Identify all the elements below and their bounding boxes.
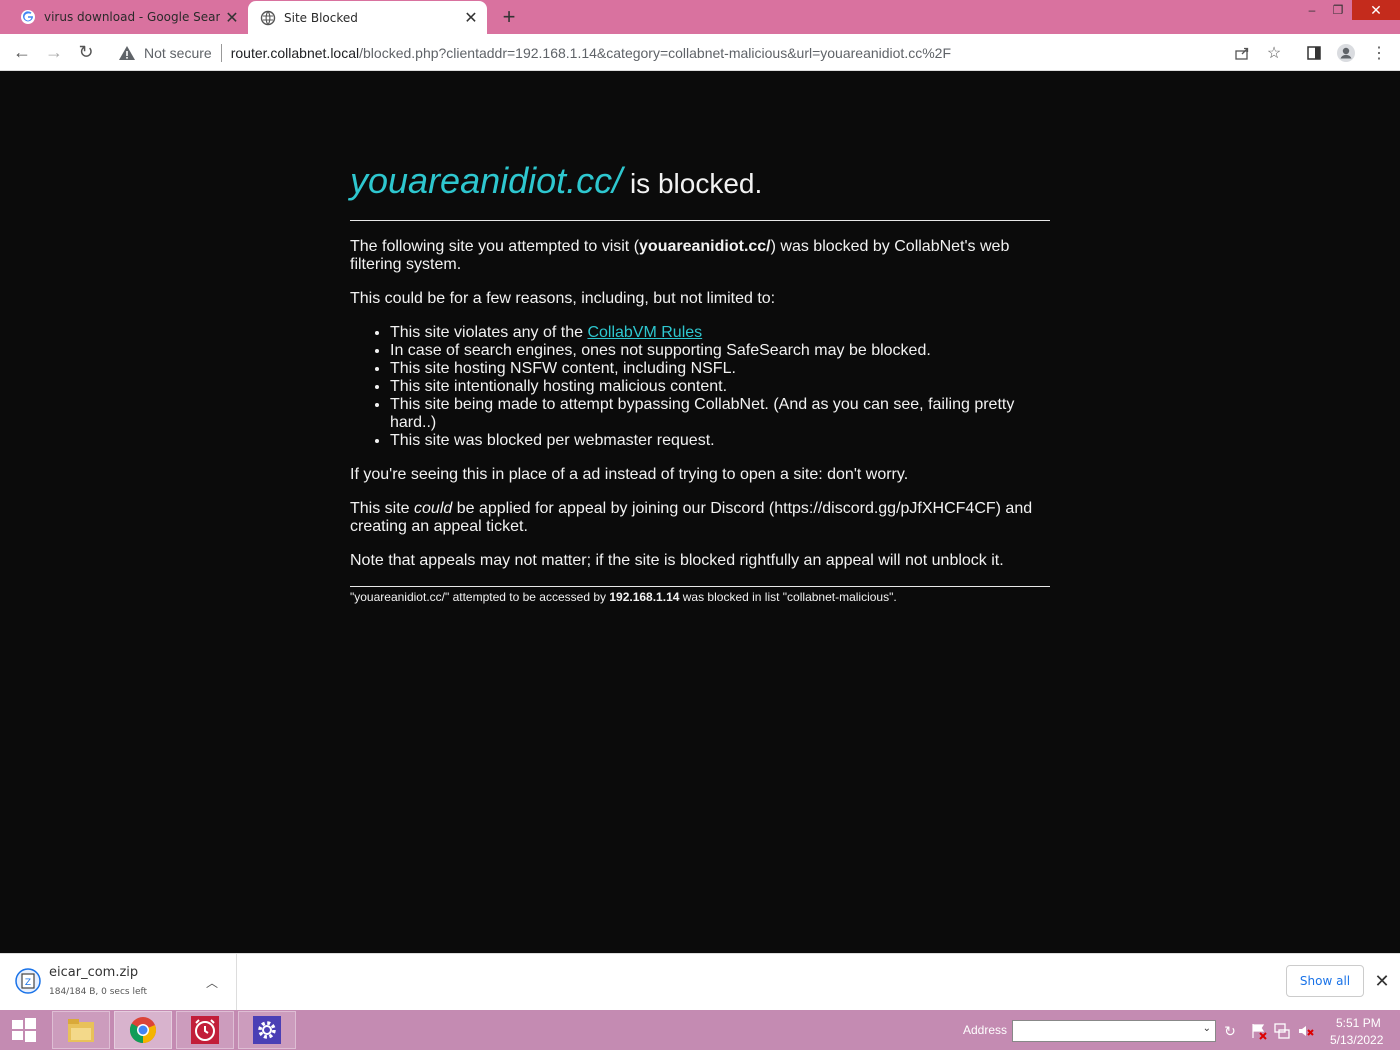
volume-muted-icon[interactable] [1297,1022,1315,1040]
blocked-heading-suffix: is blocked. [622,168,763,199]
show-all-button[interactable]: Show all [1286,965,1364,997]
download-file-name: eicar_com.zip [49,965,139,980]
refresh-icon[interactable]: ↻ [1220,1021,1240,1041]
bookmark-star-icon[interactable]: ☆ [1261,40,1287,66]
divider [350,586,1050,587]
alarm-clock-icon [191,1016,219,1044]
address-separator [220,43,222,62]
minimize-icon[interactable]: – [1300,0,1324,20]
back-arrow-icon[interactable]: ← [8,38,36,66]
browser-toolbar: ← → ↻ Not secure router.collabnet.local … [0,34,1400,71]
taskbar-address-input[interactable]: ⌄ [1012,1020,1216,1042]
download-shelf: Z eicar_com.zip 184/184 B, 0 secs left ︿… [0,953,1400,1010]
side-panel-icon[interactable] [1301,40,1327,66]
google-icon [20,9,36,25]
start-button[interactable] [0,1011,48,1049]
divider [350,220,1050,221]
folder-icon [68,1019,94,1042]
intro-site: youareanidiot.cc/ [639,238,771,255]
clock-time[interactable]: 5:51 PM [1336,1016,1381,1030]
network-icon[interactable] [1273,1022,1291,1040]
list-item: This site hosting NSFW content, includin… [390,360,1050,378]
list-item: This site being made to attempt bypassin… [390,396,1050,432]
tab-google-search[interactable]: virus download - Google Search ✕ [8,0,248,34]
kebab-menu-icon[interactable]: ⋮ [1366,40,1392,66]
warning-icon[interactable] [118,44,136,62]
profile-avatar-icon[interactable] [1333,40,1359,66]
list-item: This site intentionally hosting maliciou… [390,378,1050,396]
restore-icon[interactable]: ❐ [1326,0,1350,20]
tab-title: Site Blocked [284,10,358,25]
file-explorer-taskbar-button[interactable] [52,1011,110,1049]
close-download-bar-icon[interactable]: ✕ [1372,971,1392,991]
appeal-paragraph: This site could be applied for appeal by… [350,500,1033,535]
client-ip: 192.168.1.14 [609,590,680,604]
reasons-intro: This could be for a few reasons, includi… [350,290,776,307]
list-item: In case of search engines, ones not supp… [390,342,1050,360]
url-path: /blocked.php?clientaddr=192.168.1.14&cat… [359,44,952,61]
list-item: This site violates any of the CollabVM R… [390,324,1050,342]
reload-icon[interactable]: ↻ [72,38,100,66]
share-icon[interactable] [1229,40,1255,66]
gear-icon [253,1016,281,1044]
chrome-taskbar-button[interactable] [114,1011,172,1049]
reasons-list: This site violates any of the CollabVM R… [350,324,1050,450]
download-item[interactable]: Z eicar_com.zip 184/184 B, 0 secs left ︿ [0,954,237,1010]
windows-logo-icon [12,1018,36,1042]
page-title: youareanidiot.cc/ is blocked. [350,159,1050,206]
blocked-notice: youareanidiot.cc/ is blocked. The follow… [350,159,1050,604]
tab-site-blocked[interactable]: Site Blocked ✕ [248,1,487,34]
taskbar-address-label: Address [963,1023,1008,1037]
settings-taskbar-button[interactable] [238,1011,296,1049]
taskbar: Address ⌄ ↻ 5:51 PM 5/13/2022 [0,1010,1400,1050]
access-log-note: "youareanidiot.cc/" attempted to be acce… [350,590,897,604]
forward-arrow-icon[interactable]: → [40,38,68,66]
ad-note: If you're seeing this in place of a ad i… [350,466,909,483]
svg-text:Z: Z [25,978,31,988]
blocked-site-name: youareanidiot.cc/ [350,160,623,201]
appeal-emphasis: could [414,500,453,517]
address-bar[interactable]: Not secure router.collabnet.local /block… [108,37,1294,68]
download-status: 184/184 B, 0 secs left [49,987,148,997]
new-tab-button[interactable]: + [496,4,522,29]
tab-strip: virus download - Google Search ✕ Site Bl… [0,0,1400,34]
action-center-flag-icon[interactable] [1250,1022,1268,1040]
close-tab-icon[interactable]: ✕ [220,5,244,29]
security-label[interactable]: Not secure [144,45,212,61]
chrome-icon [129,1017,156,1044]
list-item: This site was blocked per webmaster requ… [390,432,1050,450]
clock-date[interactable]: 5/13/2022 [1330,1033,1383,1047]
close-tab-icon[interactable]: ✕ [459,6,483,30]
alarm-clock-taskbar-button[interactable] [176,1011,234,1049]
page-viewport: youareanidiot.cc/ is blocked. The follow… [0,71,1400,953]
chevron-up-icon[interactable]: ︿ [202,972,222,992]
collabvm-rules-link[interactable]: CollabVM Rules [587,324,702,341]
globe-icon [260,10,276,26]
chevron-down-icon[interactable]: ⌄ [1203,1023,1211,1034]
appeal-note: Note that appeals may not matter; if the… [350,552,1004,569]
url-host: router.collabnet.local [230,44,360,61]
zip-file-icon: Z [15,968,41,994]
intro-paragraph: The following site you attempted to visi… [350,238,1010,273]
close-window-icon[interactable]: ✕ [1352,0,1400,20]
tab-title: virus download - Google Search [44,10,220,24]
